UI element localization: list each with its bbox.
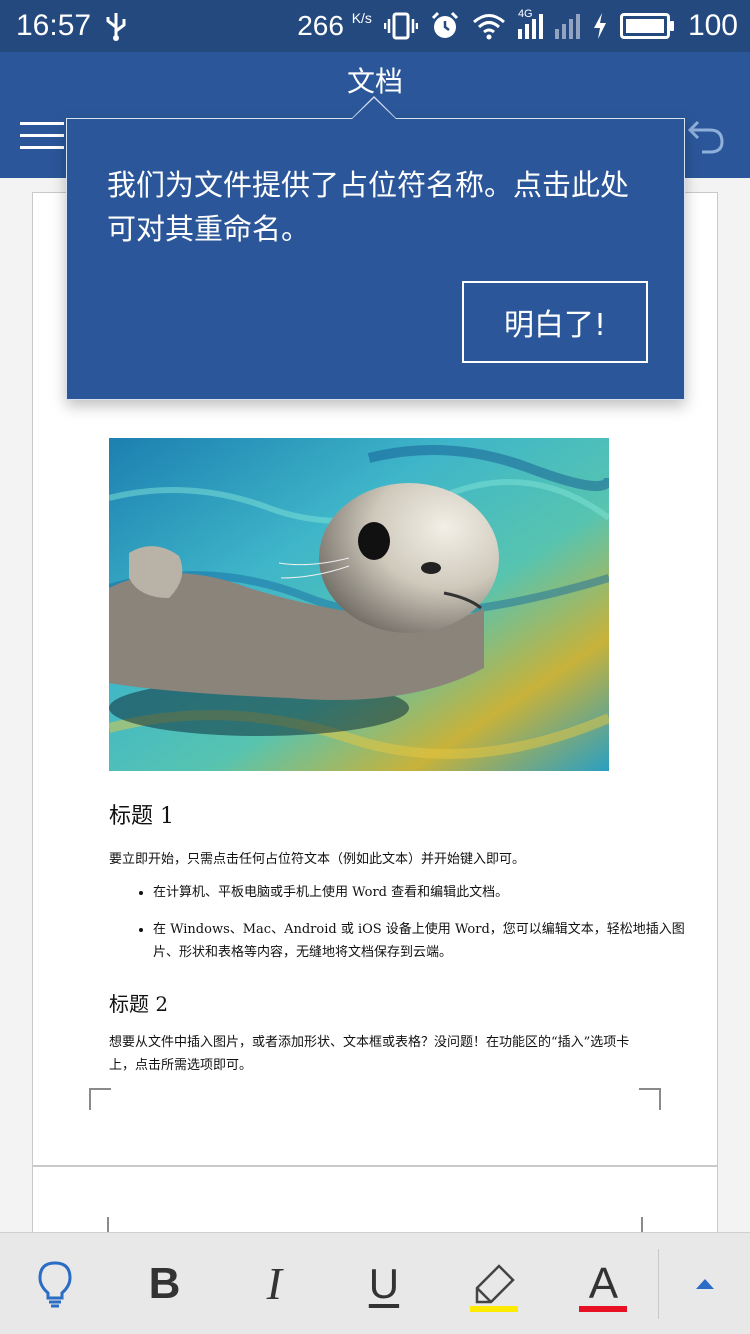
list-item[interactable]: 在 Windows、Mac、Android 或 iOS 设备上使用 Word，您… [153, 918, 693, 964]
rename-tooltip: 我们为文件提供了占位符名称。点击此处可对其重命名。 明白了! [66, 118, 685, 400]
tooltip-message: 我们为文件提供了占位符名称。点击此处可对其重命名。 [107, 168, 630, 246]
margin-corner-mark [89, 1088, 111, 1110]
document-title[interactable]: 文档 [0, 60, 750, 100]
undo-icon[interactable] [686, 116, 726, 156]
alarm-icon [431, 11, 458, 38]
highlight-color-bar [469, 1305, 518, 1312]
lightbulb-icon [38, 1260, 72, 1307]
paragraph-2[interactable]: 想要从文件中插入图片，或者添加形状、文本框或表格？没问题！在功能区的“插入”选项… [109, 1031, 649, 1077]
list-item[interactable]: 在计算机、平板电脑或手机上使用 Word 查看和编辑此文档。 [153, 881, 693, 904]
font-color-button[interactable]: A [549, 1234, 659, 1334]
signal-4g: 4G [517, 8, 543, 39]
highlight-button[interactable] [439, 1234, 549, 1334]
highlighter-icon [475, 1263, 515, 1303]
paragraph-1[interactable]: 要立即开始，只需点击任何占位符文本（例如此文本）并开始键入即可。 [109, 848, 649, 867]
status-bar: 16:57 266 K/s 4G 100 [0, 0, 750, 52]
caret-up-icon [695, 1278, 714, 1289]
charging-icon [593, 13, 606, 39]
got-it-button[interactable]: 明白了! [462, 281, 648, 363]
italic-button[interactable]: I [219, 1234, 329, 1334]
otter-image[interactable] [109, 438, 609, 771]
underline-button[interactable]: U [329, 1234, 439, 1334]
font-color-bar [579, 1305, 628, 1312]
tooltip-arrow-fill [351, 98, 397, 120]
margin-corner-mark [639, 1088, 661, 1110]
font-color-glyph: A [588, 1258, 619, 1308]
network-speed: 266 K/s [297, 10, 372, 41]
bullet-list[interactable]: 在计算机、平板电脑或手机上使用 Word 查看和编辑此文档。 在 Windows… [109, 881, 693, 978]
signal-sim2 [554, 13, 580, 39]
bold-button[interactable]: B [110, 1234, 220, 1334]
vibrate-icon [383, 12, 418, 40]
format-toolbar: B I U A [0, 1232, 750, 1334]
menu-icon[interactable] [20, 122, 64, 150]
battery-icon [619, 13, 674, 39]
heading-1[interactable]: 标题 1 [109, 798, 649, 830]
usb-icon [106, 13, 126, 41]
clock: 16:57 [16, 9, 92, 42]
battery-level: 100 [687, 9, 738, 42]
heading-2[interactable]: 标题 2 [109, 988, 649, 1017]
ideas-button[interactable] [0, 1234, 110, 1334]
wifi-icon [472, 14, 505, 40]
expand-toolbar-button[interactable] [659, 1277, 750, 1291]
